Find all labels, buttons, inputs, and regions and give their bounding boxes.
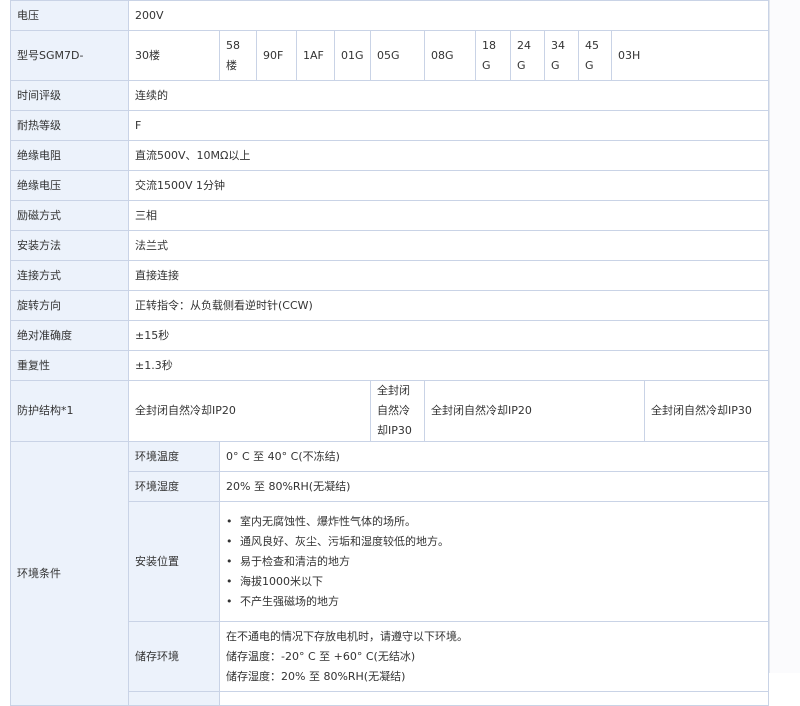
row-repeatability: 重复性 ±1.3秒 (10, 350, 770, 381)
model-code: 34G (544, 30, 579, 81)
row-excitation: 励磁方式 三相 (10, 200, 770, 231)
model-code: 58楼 (219, 30, 257, 81)
row-heat-class: 耐热等级 F (10, 110, 770, 141)
list-item: • 通风良好、灰尘、污垢和湿度较低的地方。 (226, 532, 762, 552)
value-env-location: • 室内无腐蚀性、爆炸性气体的场所。 • 通风良好、灰尘、污垢和湿度较低的地方。 •… (218, 501, 770, 622)
row-insulation-resistance: 绝缘电阻 直流500V、10MΩ以上 (10, 140, 770, 171)
model-code: 30楼 (128, 30, 220, 81)
bullet-icon: • (226, 574, 233, 588)
bullet-icon: • (226, 594, 233, 608)
label-insulation-voltage: 绝缘电压 (10, 170, 129, 201)
value-excitation: 三相 (127, 200, 770, 231)
label-insulation-resistance: 绝缘电阻 (10, 140, 129, 171)
model-code: 08G (424, 30, 476, 81)
label-heat-class: 耐热等级 (10, 110, 129, 141)
row-accuracy: 绝对准确度 ±15秒 (10, 320, 770, 351)
label-env-humidity: 环境湿度 (128, 471, 220, 502)
row-env-temp: 环境条件 环境温度 0° C 至 40° C(不冻结) (10, 441, 770, 706)
value-protection: 全封闭自然冷却IP20 (424, 380, 645, 442)
value-env-humidity: 20% 至 80%RH(无凝结) (218, 471, 770, 502)
value-insulation-voltage: 交流1500V 1分钟 (127, 170, 770, 201)
storage-line: 储存温度：-20° C 至 +60° C(无结冰) (226, 649, 416, 663)
list-item: • 海拔1000米以下 (226, 572, 762, 592)
label-repeatability: 重复性 (10, 350, 129, 381)
row-rotation: 旋转方向 正转指令：从负载侧看逆时针(CCW) (10, 290, 770, 321)
spec-table: 电压 200V 型号SGM7D- 30楼 58楼 90F 1AF 01G 05G… (10, 0, 770, 706)
row-time-rating: 时间评级 连续的 (10, 80, 770, 111)
model-code: 18G (475, 30, 511, 81)
model-code: 1AF (296, 30, 335, 81)
value-accuracy: ±15秒 (127, 320, 770, 351)
spec-page: 电压 200V 型号SGM7D- 30楼 58楼 90F 1AF 01G 05G… (0, 0, 800, 706)
cutoff-cell (218, 691, 770, 706)
label-env-location: 安装位置 (128, 501, 220, 622)
label-voltage: 电压 (10, 0, 129, 31)
label-env-storage: 储存环境 (128, 621, 220, 692)
value-voltage: 200V (127, 0, 770, 31)
list-item: • 易于检查和清洁的地方 (226, 552, 762, 572)
label-accuracy: 绝对准确度 (10, 320, 129, 351)
label-mounting: 安装方法 (10, 230, 129, 261)
value-protection: 全封闭自然冷却IP30 (643, 380, 770, 442)
row-mounting: 安装方法 法兰式 (10, 230, 770, 261)
model-code: 90F (256, 30, 297, 81)
list-item: • 不产生强磁场的地方 (226, 592, 762, 612)
storage-line: 在不通电的情况下存放电机时，请遵守以下环境。 (226, 629, 468, 643)
row-voltage: 电压 200V (10, 0, 770, 31)
value-mounting: 法兰式 (127, 230, 770, 261)
model-code: 24G (510, 30, 545, 81)
label-excitation: 励磁方式 (10, 200, 129, 231)
label-environment: 环境条件 (10, 441, 129, 706)
label-env-temp: 环境温度 (128, 441, 220, 472)
location-list: • 室内无腐蚀性、爆炸性气体的场所。 • 通风良好、灰尘、污垢和湿度较低的地方。 •… (226, 512, 762, 612)
value-repeatability: ±1.3秒 (127, 350, 770, 381)
label-rotation: 旋转方向 (10, 290, 129, 321)
model-code: 05G (370, 30, 425, 81)
value-env-temp: 0° C 至 40° C(不冻结) (218, 441, 770, 472)
value-protection: 全封闭自然冷却IP30 (370, 380, 425, 442)
model-code: 03H (610, 30, 770, 81)
bullet-icon: • (226, 534, 233, 548)
row-protection: 防护结构*1 全封闭自然冷却IP20 全封闭自然冷却IP30 全封闭自然冷却IP… (10, 380, 770, 442)
value-insulation-resistance: 直流500V、10MΩ以上 (127, 140, 770, 171)
cutoff-cell (128, 691, 220, 706)
row-connection: 连接方式 直接连接 (10, 260, 770, 291)
list-item: • 室内无腐蚀性、爆炸性气体的场所。 (226, 512, 762, 532)
value-env-storage: 在不通电的情况下存放电机时，请遵守以下环境。 储存温度：-20° C 至 +60… (218, 621, 770, 692)
vertical-scrollbar[interactable] (769, 0, 800, 673)
model-code: 45G (578, 30, 612, 81)
storage-line: 储存湿度：20% 至 80%RH(无凝结) (226, 669, 406, 683)
model-code: 01G (334, 30, 371, 81)
label-protection: 防护结构*1 (10, 380, 129, 442)
value-heat-class: F (127, 110, 770, 141)
label-connection: 连接方式 (10, 260, 129, 291)
value-connection: 直接连接 (127, 260, 770, 291)
label-time-rating: 时间评级 (10, 80, 129, 111)
value-protection: 全封闭自然冷却IP20 (128, 380, 371, 442)
row-insulation-voltage: 绝缘电压 交流1500V 1分钟 (10, 170, 770, 201)
bullet-icon: • (226, 554, 233, 568)
bullet-icon: • (226, 514, 233, 528)
value-time-rating: 连续的 (127, 80, 770, 111)
row-model: 型号SGM7D- 30楼 58楼 90F 1AF 01G 05G 08G 18G… (10, 30, 770, 81)
label-model: 型号SGM7D- (10, 30, 129, 81)
value-rotation: 正转指令：从负载侧看逆时针(CCW) (127, 290, 770, 321)
